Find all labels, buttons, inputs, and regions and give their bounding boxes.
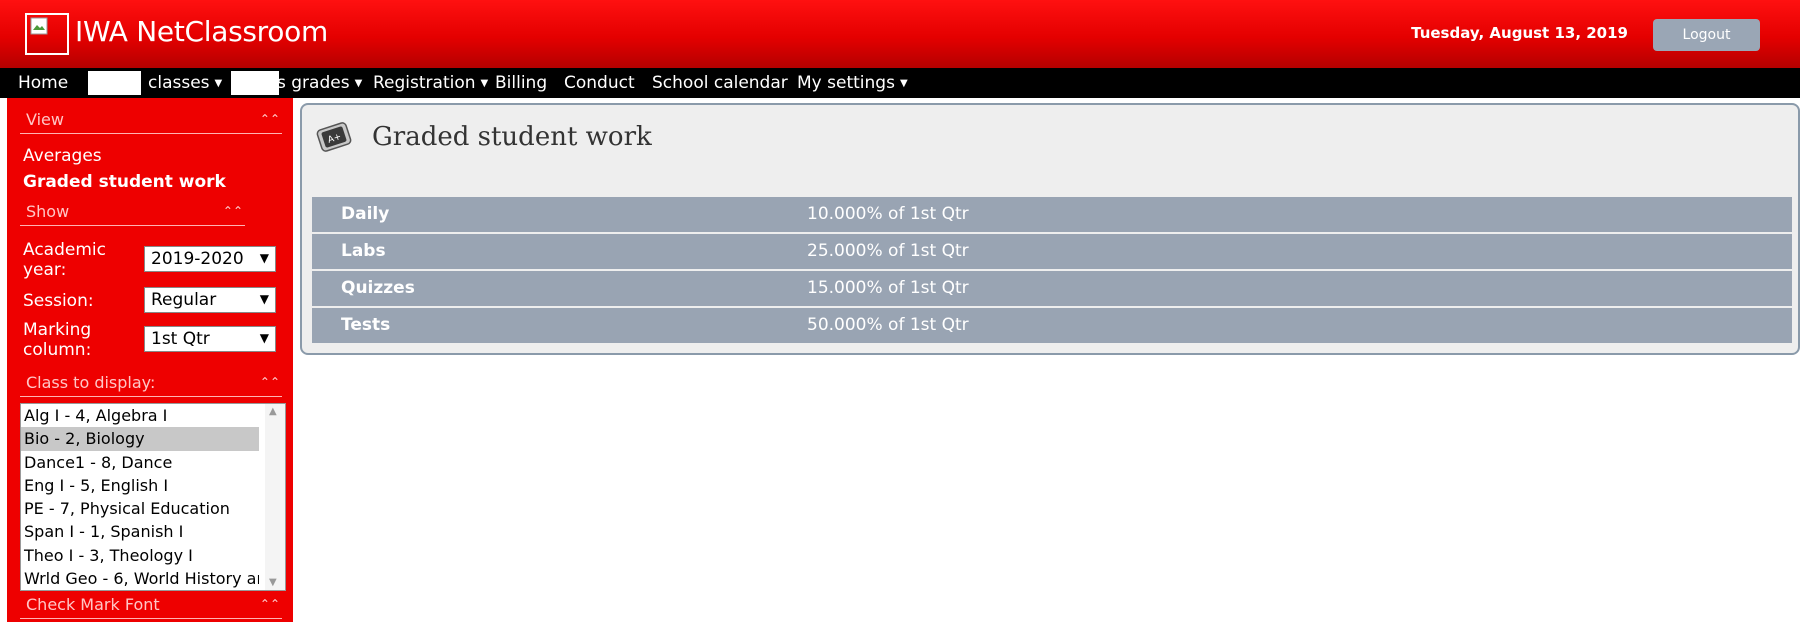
class-option[interactable]: Dance1 - 8, Dance — [21, 451, 259, 474]
app-title: IWA NetClassroom — [75, 15, 328, 48]
class-option[interactable]: PE - 7, Physical Education — [21, 497, 259, 520]
caret-down-icon: ▼ — [899, 78, 908, 89]
session-value: Regular — [151, 290, 217, 310]
class-listbox[interactable]: Alg I - 4, Algebra I Bio - 2, Biology Da… — [20, 403, 286, 591]
class-display-heading: Class to display: — [26, 373, 156, 392]
class-option[interactable]: Theo I - 3, Theology I — [21, 544, 259, 567]
caret-down-icon: ▼ — [354, 78, 363, 89]
menu-billing-label: Billing — [495, 73, 548, 93]
menu-grades-label: s grades — [277, 73, 350, 93]
class-option[interactable]: Wrld Geo - 6, World History ar — [21, 567, 259, 590]
menu-registration[interactable]: Registration ▼ — [373, 73, 488, 93]
weight-row: Daily 10.000% of 1st Qtr — [312, 197, 1792, 232]
dropdown-arrow-icon: ▼ — [259, 292, 269, 306]
tablet-grade-icon: A+ — [316, 122, 352, 152]
menu-my-settings-label: My settings — [797, 73, 895, 93]
menu-home[interactable]: Home — [18, 73, 68, 93]
menu-grades[interactable]: s grades ▼ — [277, 73, 362, 93]
broken-image-icon — [30, 17, 48, 35]
marking-column-label: Marking column: — [23, 320, 92, 360]
academic-year-value: 2019-2020 — [151, 249, 244, 269]
view-heading: View — [26, 110, 64, 129]
show-heading: Show — [26, 202, 70, 221]
page-title: Graded student work — [372, 122, 652, 152]
check-mark-heading: Check Mark Font — [26, 595, 160, 614]
view-graded-work-link[interactable]: Graded student work — [23, 172, 226, 192]
marking-column-value: 1st Qtr — [151, 329, 210, 349]
school-logo — [25, 13, 69, 55]
main-menu: Home classes ▼ s grades ▼ Registration ▼ Bi… — [0, 68, 1800, 98]
weight-row: Labs 25.000% of 1st Qtr — [312, 234, 1792, 269]
menu-conduct[interactable]: Conduct — [564, 73, 635, 93]
dropdown-arrow-icon: ▼ — [259, 331, 269, 345]
caret-down-icon: ▼ — [214, 78, 223, 89]
menu-school-calendar[interactable]: School calendar — [652, 73, 788, 93]
weight-row: Quizzes 15.000% of 1st Qtr — [312, 271, 1792, 306]
weight-category: Quizzes — [341, 278, 415, 298]
class-option[interactable]: Span I - 1, Spanish I — [21, 520, 259, 543]
weight-row: Tests 50.000% of 1st Qtr — [312, 308, 1792, 343]
show-section-header[interactable]: Show ⌃⌃ — [20, 202, 245, 226]
current-date: Tuesday, August 13, 2019 — [1411, 24, 1628, 42]
scroll-down-icon[interactable]: ▼ — [269, 577, 277, 588]
app-header: IWA NetClassroom Tuesday, August 13, 201… — [0, 0, 1800, 68]
weight-category: Labs — [341, 241, 386, 261]
menu-school-calendar-label: School calendar — [652, 73, 788, 93]
collapse-icon[interactable]: ⌃⌃ — [260, 112, 280, 126]
redacted-name — [88, 71, 141, 95]
menu-conduct-label: Conduct — [564, 73, 635, 93]
session-label: Session: — [23, 291, 94, 311]
graded-work-panel: A+ Graded student work Daily 10.000% of … — [300, 103, 1800, 355]
caret-down-icon: ▼ — [480, 78, 489, 89]
weight-value: 25.000% of 1st Qtr — [807, 241, 969, 261]
menu-my-settings[interactable]: My settings ▼ — [797, 73, 908, 93]
menu-registration-label: Registration — [373, 73, 476, 93]
class-option[interactable]: Alg I - 4, Algebra I — [21, 404, 259, 427]
collapse-icon[interactable]: ⌃⌃ — [260, 597, 280, 611]
redacted-name — [231, 71, 279, 95]
weight-value: 15.000% of 1st Qtr — [807, 278, 969, 298]
dropdown-arrow-icon: ▼ — [259, 251, 269, 265]
scroll-up-icon[interactable]: ▲ — [269, 406, 277, 417]
class-option[interactable]: Eng I - 5, English I — [21, 474, 259, 497]
collapse-icon[interactable]: ⌃⌃ — [260, 375, 280, 389]
weight-category: Daily — [341, 204, 390, 224]
session-select[interactable]: Regular ▼ — [144, 287, 276, 313]
marking-column-select[interactable]: 1st Qtr ▼ — [144, 326, 276, 352]
collapse-icon[interactable]: ⌃⌃ — [223, 204, 243, 218]
menu-billing[interactable]: Billing — [495, 73, 547, 93]
weight-value: 10.000% of 1st Qtr — [807, 204, 969, 224]
class-option-selected[interactable]: Bio - 2, Biology — [21, 427, 259, 451]
weight-category: Tests — [341, 315, 391, 335]
menu-classes[interactable]: classes ▼ — [148, 73, 222, 93]
listbox-scrollbar[interactable]: ▲ ▼ — [265, 404, 285, 590]
category-weights-table: Daily 10.000% of 1st Qtr Labs 25.000% of… — [312, 197, 1792, 345]
logout-button[interactable]: Logout — [1653, 19, 1760, 51]
menu-classes-label: classes — [148, 73, 210, 93]
academic-year-label: Academic year: — [23, 240, 106, 280]
view-averages-link[interactable]: Averages — [23, 146, 102, 166]
sidebar: View ⌃⌃ Averages Graded student work Sho… — [7, 98, 293, 622]
check-mark-section-header[interactable]: Check Mark Font ⌃⌃ — [20, 595, 282, 619]
class-display-section-header[interactable]: Class to display: ⌃⌃ — [20, 373, 282, 397]
menu-home-label: Home — [18, 73, 69, 93]
weight-value: 50.000% of 1st Qtr — [807, 315, 969, 335]
view-section-header[interactable]: View ⌃⌃ — [20, 110, 282, 134]
academic-year-select[interactable]: 2019-2020 ▼ — [144, 246, 276, 272]
